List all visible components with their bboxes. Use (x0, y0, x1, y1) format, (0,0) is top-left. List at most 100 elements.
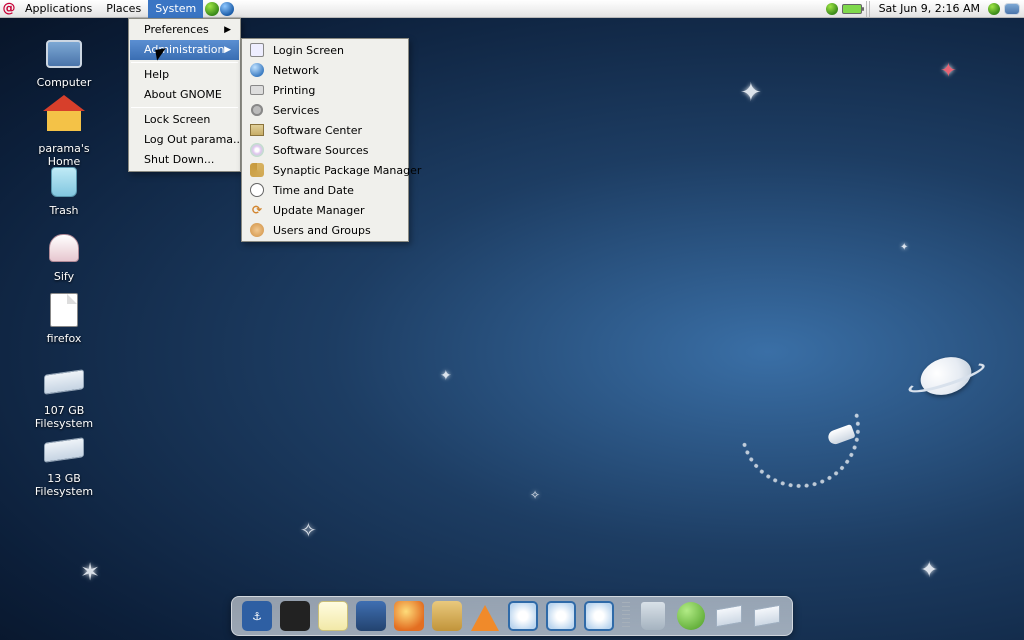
submenu-login-screen[interactable]: Login Screen (243, 40, 407, 60)
menu-label: Lock Screen (144, 110, 210, 130)
desktop-icon-label: 13 GB Filesystem (22, 472, 106, 498)
dock-item-anchor[interactable]: ⚓ (242, 601, 272, 631)
system-menu-popup: Preferences ▶ Administration ▶ Help Abou… (128, 18, 241, 172)
submenu-synaptic[interactable]: Synaptic Package Manager (243, 160, 407, 180)
submenu-label: Network (273, 64, 319, 77)
dock: ⚓ (231, 596, 793, 636)
menu-label: Shut Down... (144, 150, 214, 170)
firefox-file-icon (42, 290, 86, 330)
desktop-icon-fs-13gb[interactable]: 13 GB Filesystem (22, 430, 106, 498)
desktop-icon-computer[interactable]: Computer (22, 34, 106, 89)
home-icon (42, 100, 86, 140)
shutdown-panel-icon[interactable] (1004, 3, 1020, 15)
submenu-network[interactable]: Network (243, 60, 407, 80)
dock-separator (622, 602, 630, 630)
menu-about-gnome[interactable]: About GNOME (130, 85, 239, 105)
menu-label: About GNOME (144, 85, 222, 105)
desktop-icon-label: Trash (22, 204, 106, 217)
desktop-icon-label: Computer (22, 76, 106, 89)
dock-item-openoffice-a[interactable] (508, 601, 538, 631)
network-icon (249, 62, 265, 78)
software-center-icon (249, 122, 265, 138)
cursor-icon: ◤ (155, 45, 168, 63)
menu-administration[interactable]: Administration ▶ (130, 40, 239, 60)
wallpaper-planet (916, 351, 977, 401)
submenu-update-manager[interactable]: ⟳ Update Manager (243, 200, 407, 220)
network-status-icon[interactable] (826, 3, 838, 15)
chevron-right-icon: ▶ (224, 20, 231, 40)
services-icon (249, 102, 265, 118)
menu-shut-down[interactable]: Shut Down... (130, 150, 239, 170)
volume-icon[interactable] (988, 3, 1000, 15)
desktop-icon-label: firefox (22, 332, 106, 345)
submenu-label: Printing (273, 84, 315, 97)
submenu-label: Services (273, 104, 319, 117)
users-icon (249, 222, 265, 238)
submenu-label: Software Sources (273, 144, 369, 157)
submenu-software-sources[interactable]: Software Sources (243, 140, 407, 160)
synaptic-icon (249, 162, 265, 178)
panel-clock[interactable]: Sat Jun 9, 2:16 AM (875, 0, 984, 18)
submenu-label: Software Center (273, 124, 362, 137)
dock-item-vlc[interactable] (470, 601, 500, 631)
browser-launcher-icon[interactable] (205, 2, 219, 16)
computer-icon (42, 34, 86, 74)
submenu-services[interactable]: Services (243, 100, 407, 120)
menu-help[interactable]: Help (130, 65, 239, 85)
trash-icon (42, 162, 86, 202)
menu-separator (131, 62, 238, 63)
clock-icon (249, 182, 265, 198)
menu-lock-screen[interactable]: Lock Screen (130, 110, 239, 130)
menu-log-out[interactable]: Log Out parama... (130, 130, 239, 150)
submenu-users-and-groups[interactable]: Users and Groups (243, 220, 407, 240)
submenu-label: Time and Date (273, 184, 354, 197)
battery-status-icon[interactable] (842, 4, 862, 14)
menu-label: Log Out parama... (144, 130, 244, 150)
submenu-software-center[interactable]: Software Center (243, 120, 407, 140)
dock-item-terminal[interactable] (280, 601, 310, 631)
menu-system[interactable]: System (148, 0, 203, 18)
desktop-icon-home[interactable]: parama's Home (22, 100, 106, 168)
menu-separator (131, 107, 238, 108)
menu-label: Help (144, 65, 169, 85)
submenu-label: Users and Groups (273, 224, 371, 237)
panel-divider (866, 1, 871, 17)
printer-icon (249, 82, 265, 98)
wallpaper-swirl (718, 346, 882, 510)
dock-item-gnome[interactable] (356, 601, 386, 631)
submenu-label: Update Manager (273, 204, 365, 217)
drive-icon (42, 362, 86, 402)
menu-preferences[interactable]: Preferences ▶ (130, 20, 239, 40)
sify-icon (42, 228, 86, 268)
update-icon: ⟳ (249, 202, 265, 218)
panel-launcher-icons (205, 2, 234, 16)
administration-submenu: Login Screen Network Printing Services S… (241, 38, 409, 242)
mail-launcher-icon[interactable] (220, 2, 234, 16)
menu-places[interactable]: Places (99, 0, 148, 18)
menu-applications[interactable]: Applications (18, 0, 99, 18)
submenu-label: Login Screen (273, 44, 344, 57)
desktop-icon-trash[interactable]: Trash (22, 162, 106, 217)
desktop-icon-sify[interactable]: Sify (22, 228, 106, 283)
dock-item-firefox[interactable] (394, 601, 424, 631)
dock-item-openoffice-c[interactable] (584, 601, 614, 631)
drive-icon (42, 430, 86, 470)
dock-item-openoffice-b[interactable] (546, 601, 576, 631)
dock-item-update[interactable] (676, 601, 706, 631)
desktop-icon-label: Sify (22, 270, 106, 283)
login-screen-icon (249, 42, 265, 58)
top-panel: @ Applications Places System Sat Jun 9, … (0, 0, 1024, 18)
dock-item-workspace-a[interactable] (714, 601, 744, 631)
dock-item-download[interactable] (432, 601, 462, 631)
desktop-icon-firefox[interactable]: firefox (22, 290, 106, 345)
dock-item-workspace-b[interactable] (752, 601, 782, 631)
desktop-icon-label: 107 GB Filesystem (22, 404, 106, 430)
chevron-right-icon: ▶ (224, 40, 231, 60)
submenu-time-and-date[interactable]: Time and Date (243, 180, 407, 200)
dock-item-trash[interactable] (638, 601, 668, 631)
dock-item-notes[interactable] (318, 601, 348, 631)
submenu-label: Synaptic Package Manager (273, 164, 421, 177)
desktop-icon-fs-107gb[interactable]: 107 GB Filesystem (22, 362, 106, 430)
software-sources-icon (249, 142, 265, 158)
submenu-printing[interactable]: Printing (243, 80, 407, 100)
